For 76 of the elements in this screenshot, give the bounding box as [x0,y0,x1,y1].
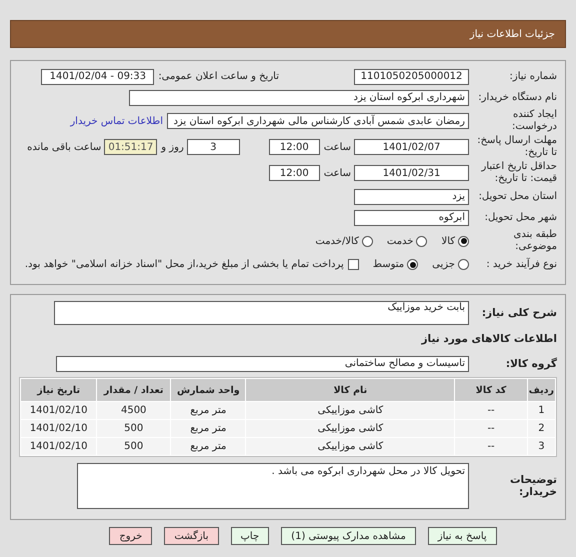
field-label: حداقل تاریخ اعتبار قیمت: تا تاریخ: [480,161,557,185]
remaining-time-field: 01:51:17 [104,139,158,155]
table-cell: 1401/02/10 [21,420,96,437]
field-label: مهلت ارسال پاسخ: تا تاریخ: [476,135,557,159]
column-header: نام کالا [246,379,454,401]
field-label: ساعت باقی مانده [27,142,102,152]
goods-group-field: تاسیسات و مصالح ساختمانی [56,356,469,372]
table-cell: 1401/02/10 [21,402,96,419]
province-field: یزد [354,188,469,204]
radio-label: کالا/خدمت [315,236,359,246]
action-button[interactable]: خروج [109,527,152,545]
date-field: 1401/02/07 [354,139,469,155]
buyer-org-field: شهرداری ابرکوه استان یزد [129,90,469,106]
field-label: ساعت [324,168,351,178]
time-field: 12:00 [268,165,320,181]
column-header: ردیف [528,379,555,401]
table-cell: متر مربع [171,438,246,455]
radio-button[interactable] [407,259,418,270]
field-label: توضیحات خریدار: [508,474,557,498]
table-cell: -- [455,402,527,419]
field-label: نام دستگاه خریدار: [477,92,557,104]
table-cell: 2 [528,420,555,437]
radio-label: خدمت [386,236,414,246]
radio-button[interactable] [458,236,469,246]
table-cell: 1 [528,402,555,419]
section-title: اطلاعات کالاهای مورد نیاز [421,332,557,344]
requester-field: رمضان عابدی شمس آبادی کارشناس مالی شهرداری ابرکوه استان یزد [167,113,469,129]
announce-date-field: 1401/02/04 - 09:33 [41,68,154,84]
field-label: ایجاد کننده درخواست: [511,109,557,133]
table-cell: کاشی موزاییکی [246,438,454,455]
table-cell: 500 [97,438,170,455]
table-cell: -- [455,420,527,437]
field-label: استان محل تحویل: [478,190,557,202]
action-button[interactable]: مشاهده مدارک پیوستی (1) [281,527,416,545]
need-number-field: 1101050205000012 [354,68,469,84]
table-cell: کاشی موزاییکی [246,402,454,419]
buyer-notes-field: تحویل کالا در محل شهرداری ابرکوه می باشد . [77,463,469,509]
table-cell: 500 [97,420,170,437]
column-header: کد کالا [455,379,527,401]
radio-button[interactable] [458,259,469,270]
radio-label: کالا [441,236,455,246]
radio-button[interactable] [362,236,373,246]
table-cell: متر مربع [171,420,246,437]
radio-button[interactable] [416,236,428,246]
contact-link[interactable]: اطلاعات تماس خریدار [70,116,163,126]
checkbox-label: پرداخت تمام یا بخشی از مبلغ خرید،از محل "اسناد خزانه اسلامی" خواهد بود. [24,259,344,270]
time-field: 12:00 [268,139,320,155]
action-button[interactable]: پاسخ به نیاز [428,527,497,545]
table-cell: کاشی موزاییکی [246,420,454,437]
field-label: طبقه بندی موضوعی: [512,229,557,253]
column-header: واحد شمارش [171,379,246,401]
radio-label: جزیی [432,259,455,270]
action-button[interactable]: بازگشت [164,527,218,545]
column-header: تاریخ نیاز [21,379,96,401]
table-cell: -- [455,438,527,455]
action-button[interactable]: چاپ [230,527,270,545]
field-label: شهر محل تحویل: [484,212,557,224]
table-cell: متر مربع [171,402,246,419]
field-label: روز و [161,142,184,152]
field-label: ساعت [324,142,351,152]
table-cell: 4500 [97,402,170,419]
field-label: شماره نیاز: [508,70,557,82]
field-label: شرح کلی نیاز: [480,307,557,319]
description-field: بابت خرید موزاییک [54,301,469,325]
field-label: گروه کالا: [504,358,557,370]
column-header: تعداد / مقدار [97,379,170,401]
radio-label: متوسط [372,259,404,270]
checkbox[interactable] [348,259,359,270]
table-cell: 1401/02/10 [21,438,96,455]
days-field: 3 [186,139,240,155]
page-title: جزئیات اطلاعات نیاز [470,28,555,40]
city-field: ابرکوه [354,210,469,226]
field-label: نوع فرآیند خرید : [485,258,557,270]
field-label: تاریخ و ساعت اعلان عمومی: [158,71,279,82]
table-cell: 3 [528,438,555,455]
date-field: 1401/02/31 [354,165,469,181]
